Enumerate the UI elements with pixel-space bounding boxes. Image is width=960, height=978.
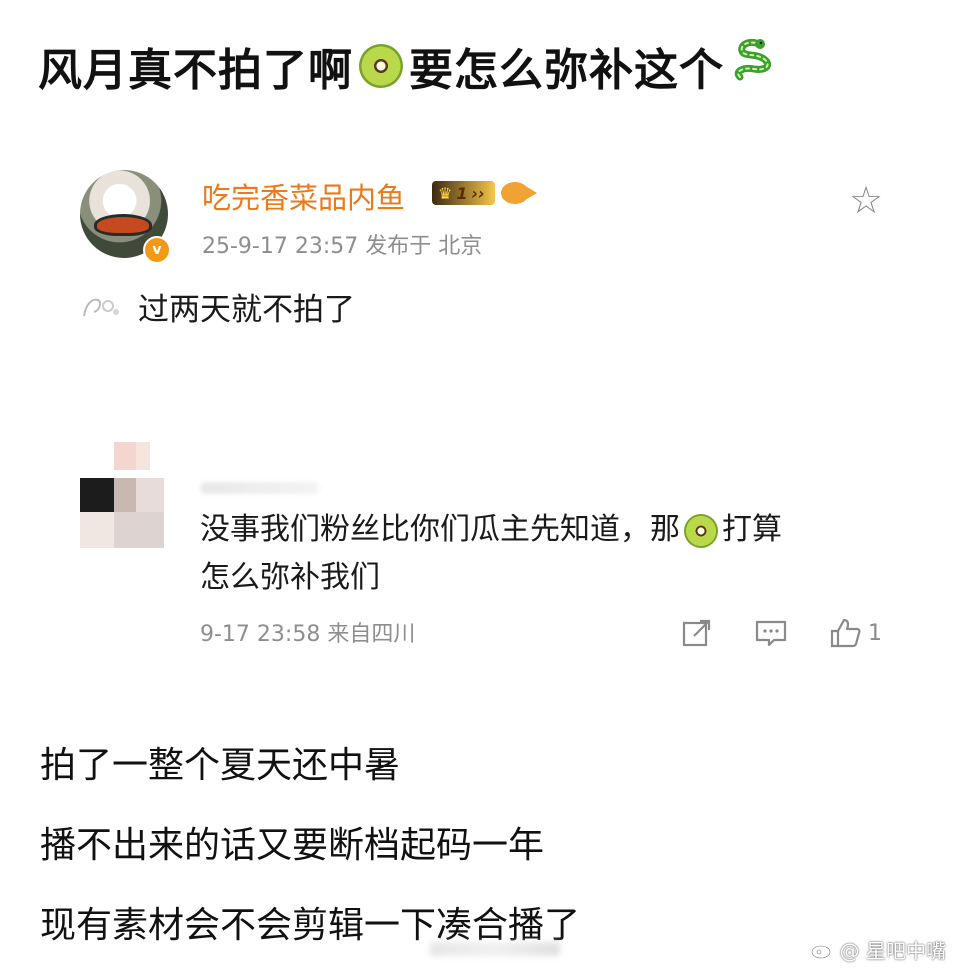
- snake-emoji-icon: [730, 37, 778, 96]
- comment-text-line-1-end: 打算: [722, 512, 782, 547]
- kiwi-fruit-emoji-icon: [352, 37, 410, 95]
- headline-text-part1: 风月真不拍了啊: [38, 45, 353, 96]
- puffer-fish-badge-icon: [500, 182, 537, 204]
- comment-text: 没事我们粉丝比你们瓜主先知道，那 打算 怎么弥补我们: [200, 506, 890, 602]
- post-content: 过两天就不拍了: [78, 284, 355, 328]
- crown-icon: ♛: [438, 183, 453, 203]
- weibo-logo-icon: [810, 939, 834, 959]
- watermark-text: @ 星吧中嘴: [839, 938, 946, 963]
- comment-location: 来自四川: [327, 622, 416, 647]
- watermark: @ 星吧中嘴: [810, 934, 946, 964]
- comment-icon[interactable]: [754, 616, 788, 650]
- post-text: 过两天就不拍了: [138, 291, 355, 328]
- comment-author-avatar-pixelated[interactable]: [80, 442, 164, 548]
- comment-text-line-1-start: 没事我们粉丝比你们瓜主先知道，那: [200, 512, 680, 547]
- headline-text-part2: 要怎么弥补这个: [409, 45, 724, 96]
- like-count: 1: [868, 620, 882, 646]
- body-line-1: 拍了一整个夏天还中暑: [40, 745, 401, 786]
- kiwi-fruit-emoji-icon: [679, 508, 723, 553]
- body-line-3: 现有素材会不会剪辑一下凑合播了: [40, 905, 581, 946]
- post-location: 发布于 北京: [365, 234, 483, 259]
- vip-arrows-icon: ››: [471, 183, 485, 203]
- vip-level-number: 1: [456, 183, 468, 203]
- comment-text-line-1: 没事我们粉丝比你们瓜主先知道，那 打算: [200, 506, 890, 554]
- user-badges[interactable]: ♛ 1 ››: [432, 178, 537, 208]
- favorite-star-icon[interactable]: ☆: [846, 180, 886, 220]
- avatar-image-detail: [94, 214, 152, 236]
- share-icon[interactable]: [680, 616, 714, 650]
- redacted-blur-bar: [430, 942, 560, 956]
- sticker-icon: [78, 290, 122, 322]
- comment-text-line-2: 怎么弥补我们: [200, 560, 380, 595]
- comment-meta: 9-17 23:58 来自四川: [200, 616, 415, 648]
- post-username[interactable]: 吃完香菜品内鱼: [202, 175, 405, 217]
- like-thumbs-up-icon[interactable]: [828, 616, 862, 650]
- comment-actions: 1: [680, 616, 882, 650]
- comment-timestamp: 9-17 23:58: [200, 622, 321, 647]
- verified-badge-icon: v: [143, 236, 171, 264]
- post-meta: 25-9-17 23:57 发布于 北京: [202, 228, 482, 260]
- vip-level-badge: ♛ 1 ››: [432, 181, 495, 205]
- post-timestamp: 25-9-17 23:57: [202, 234, 359, 259]
- comment-username-redacted: [200, 482, 320, 494]
- headline: 风月真不拍了啊 要怎么弥补这个: [38, 34, 784, 98]
- body-line-2: 播不出来的话又要断档起码一年: [40, 825, 545, 866]
